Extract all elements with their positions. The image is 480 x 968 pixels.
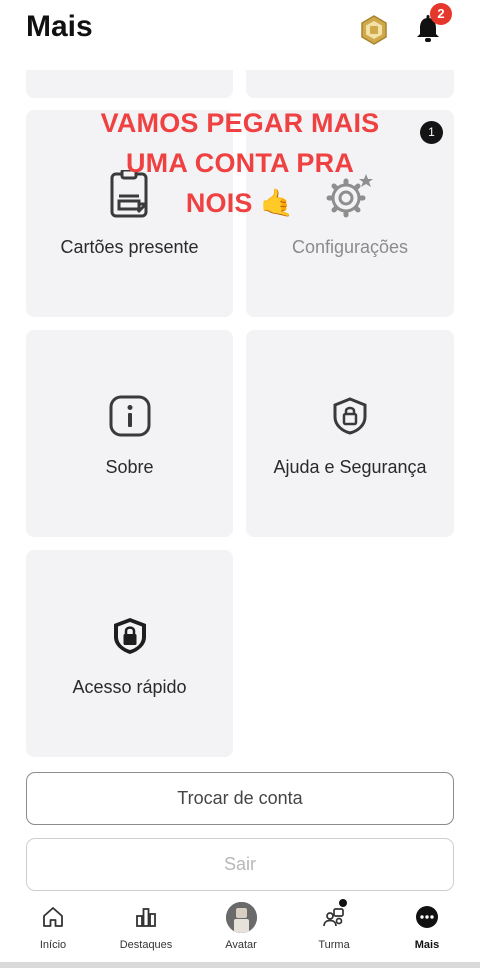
tab-label: Início bbox=[39, 939, 67, 951]
friends-icon bbox=[322, 905, 346, 929]
shield-lock-filled-icon bbox=[112, 616, 148, 661]
chart-bars-icon bbox=[134, 905, 158, 929]
tab-label: Destaques bbox=[119, 939, 173, 951]
tab-label: Mais bbox=[414, 939, 440, 951]
overlay-line: NOIS 🤙 bbox=[185, 188, 295, 218]
info-icon bbox=[109, 395, 151, 442]
tab-home[interactable]: Início bbox=[5, 895, 101, 962]
tab-highlights[interactable]: Destaques bbox=[98, 895, 194, 962]
tile-label: Acesso rápido bbox=[72, 677, 187, 697]
settings-badge: 1 bbox=[420, 121, 443, 144]
page-title: Mais bbox=[26, 10, 93, 43]
tab-friends[interactable]: Turma bbox=[286, 895, 382, 962]
tab-more[interactable]: Mais bbox=[379, 895, 475, 962]
tile-help-safety[interactable]: Ajuda e Segurança bbox=[246, 330, 454, 537]
header: Mais 2 bbox=[0, 0, 480, 60]
tile-label: Sobre bbox=[105, 457, 154, 477]
tile-quick-access[interactable]: Acesso rápido bbox=[26, 550, 233, 757]
switch-account-button[interactable]: Trocar de conta bbox=[26, 772, 454, 825]
logout-button[interactable]: Sair bbox=[26, 838, 454, 891]
robux-icon[interactable] bbox=[358, 14, 390, 46]
tab-avatar[interactable]: Avatar bbox=[193, 895, 289, 962]
overlay-line: VAMOS PEGAR MAIS bbox=[100, 108, 380, 138]
home-icon bbox=[41, 905, 65, 929]
tile-label: Ajuda e Segurança bbox=[273, 457, 427, 477]
tile-partial[interactable] bbox=[246, 70, 454, 98]
notification-badge: 2 bbox=[430, 3, 452, 25]
tile-label: Configurações bbox=[291, 237, 409, 257]
tab-label: Turma bbox=[318, 939, 350, 951]
overlay-caption: VAMOS PEGAR MAIS UMA CONTA PRA NOIS 🤙 bbox=[60, 103, 420, 223]
tab-label: Avatar bbox=[225, 939, 257, 951]
shield-lock-icon bbox=[333, 397, 367, 440]
avatar-icon bbox=[226, 902, 257, 933]
tile-about[interactable]: Sobre bbox=[26, 330, 233, 537]
bottom-tab-bar: Início Destaques Avatar Turma Mais bbox=[0, 895, 480, 962]
friends-notification-dot bbox=[339, 899, 347, 907]
tile-partial[interactable] bbox=[26, 70, 233, 98]
tile-label: Cartões presente bbox=[60, 237, 199, 257]
home-indicator-bar bbox=[0, 962, 480, 968]
more-icon bbox=[415, 905, 439, 929]
overlay-line: UMA CONTA PRA bbox=[125, 148, 355, 178]
